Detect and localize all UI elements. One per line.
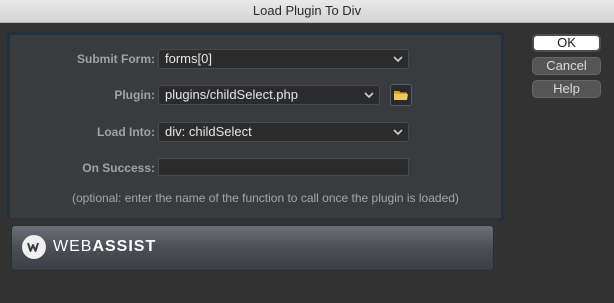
plugin-select[interactable]: plugins/childSelect.php xyxy=(158,85,380,105)
webassist-banner: WEBASSIST xyxy=(11,225,494,271)
chevron-down-icon xyxy=(393,129,403,136)
on-success-hint: (optional: enter the name of the functio… xyxy=(72,191,459,205)
chevron-down-icon xyxy=(393,56,403,63)
on-success-label: On Success: xyxy=(82,161,155,175)
load-into-label: Load Into: xyxy=(97,125,155,139)
browse-folder-button[interactable] xyxy=(390,84,412,106)
form-panel: Submit Form: forms[0] Plugin: plugins/ch… xyxy=(7,32,504,221)
window-title: Load Plugin To Div xyxy=(0,0,614,23)
submit-form-value: forms[0] xyxy=(165,51,212,66)
submit-form-select[interactable]: forms[0] xyxy=(158,49,409,69)
brand-bold-text: ASSIST xyxy=(92,238,157,255)
brand-light-text: WEB xyxy=(53,238,93,255)
plugin-value: plugins/childSelect.php xyxy=(165,87,298,102)
cancel-button[interactable]: Cancel xyxy=(532,57,601,75)
help-button[interactable]: Help xyxy=(532,80,601,98)
webassist-logo-icon xyxy=(22,235,46,259)
ok-button[interactable]: OK xyxy=(532,34,601,52)
on-success-input[interactable] xyxy=(158,158,409,176)
dialog-body: Submit Form: forms[0] Plugin: plugins/ch… xyxy=(0,23,614,303)
folder-icon xyxy=(394,91,408,100)
load-into-value: div: childSelect xyxy=(165,124,252,139)
load-into-select[interactable]: div: childSelect xyxy=(158,122,409,142)
chevron-down-icon xyxy=(364,92,374,99)
submit-form-label: Submit Form: xyxy=(77,52,155,66)
webassist-logo-text: WEBASSIST xyxy=(53,238,156,256)
plugin-label: Plugin: xyxy=(114,88,155,102)
banner-panel: WEBASSIST xyxy=(7,219,498,276)
